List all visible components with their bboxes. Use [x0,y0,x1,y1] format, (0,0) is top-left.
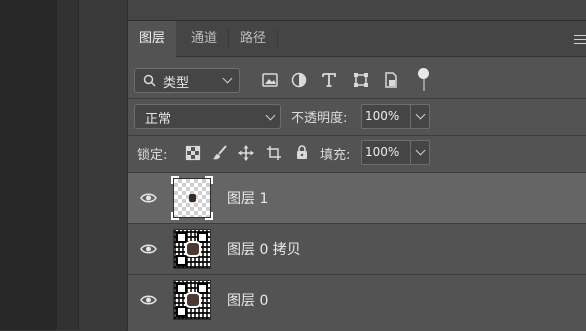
lock-label: 锁定: [137,148,168,163]
lock-transparent-pixels-icon[interactable] [185,145,201,161]
tab-separator [277,29,278,49]
panel-tab-bar: 图层 通道 路径 [128,21,586,57]
qr-finder-mark [197,283,208,294]
chevron-down-icon [222,73,233,84]
tab-channels[interactable]: 通道 [180,21,228,56]
chevron-down-icon [415,145,426,156]
layer-row[interactable]: 图层 0 [128,274,586,331]
qr-finder-mark [176,255,187,266]
opacity-dropdown-button[interactable] [410,104,430,129]
row-divider [128,98,586,99]
blend-mode-value: 正常 [145,112,172,127]
search-icon [143,74,156,87]
layer-name[interactable]: 图层 0 [227,290,268,310]
filter-toggle-track [423,79,425,91]
eye-icon[interactable] [140,242,157,256]
qr-finder-mark [176,232,187,243]
layer-row[interactable]: 图层 1 [128,172,586,223]
qr-center-logo [187,294,199,306]
layer-row[interactable]: 图层 0 拷贝 [128,223,586,274]
selection-bracket [171,176,179,184]
adjustment-filter-icon[interactable] [290,71,308,89]
smart-object-filter-icon[interactable] [382,71,400,89]
fill-dropdown-button[interactable] [410,140,430,165]
lock-artboard-icon[interactable] [266,145,282,161]
qr-finder-mark [197,232,208,243]
blend-mode-select[interactable]: 正常 [134,104,281,129]
shape-filter-icon[interactable] [352,71,370,89]
image-filter-icon[interactable] [261,71,279,89]
qr-center-logo [187,243,199,255]
layer-name[interactable]: 图层 0 拷贝 [227,239,301,259]
layer-thumbnail [173,229,211,269]
filter-kind-select[interactable]: 类型 [134,68,240,93]
selection-bracket [205,176,213,184]
selection-bracket [205,212,213,220]
lock-position-icon[interactable] [238,145,254,161]
tab-paths[interactable]: 路径 [229,21,277,56]
chevron-down-icon [265,110,276,121]
workspace-left-area [0,0,57,330]
opacity-label: 不透明度: [291,111,348,126]
filter-toggle-icon[interactable] [418,68,429,79]
layer-content-mark [189,194,196,202]
workspace-gap [79,0,127,330]
lock-image-pixels-icon[interactable] [212,145,228,161]
row-divider [128,135,586,136]
layer-name[interactable]: 图层 1 [227,188,268,208]
panel-header-strip [128,0,586,21]
panel-menu-icon[interactable] [574,35,586,44]
selection-bracket [171,212,179,220]
qr-finder-mark [176,306,187,317]
layer-thumbnail [173,280,211,320]
eye-icon[interactable] [140,293,157,307]
qr-finder-mark [176,283,187,294]
fill-label: 填充: [320,148,351,163]
workspace-divider-strip [57,0,79,330]
filter-kind-label: 类型 [163,76,190,91]
opacity-input[interactable]: 100% [361,104,411,129]
lock-all-icon[interactable] [294,144,310,160]
chevron-down-icon [415,109,426,120]
layer-thumbnail [171,176,213,220]
tab-layers[interactable]: 图层 [128,21,176,57]
type-filter-icon[interactable] [320,71,338,89]
fill-input[interactable]: 100% [361,140,411,165]
eye-icon[interactable] [140,191,157,205]
